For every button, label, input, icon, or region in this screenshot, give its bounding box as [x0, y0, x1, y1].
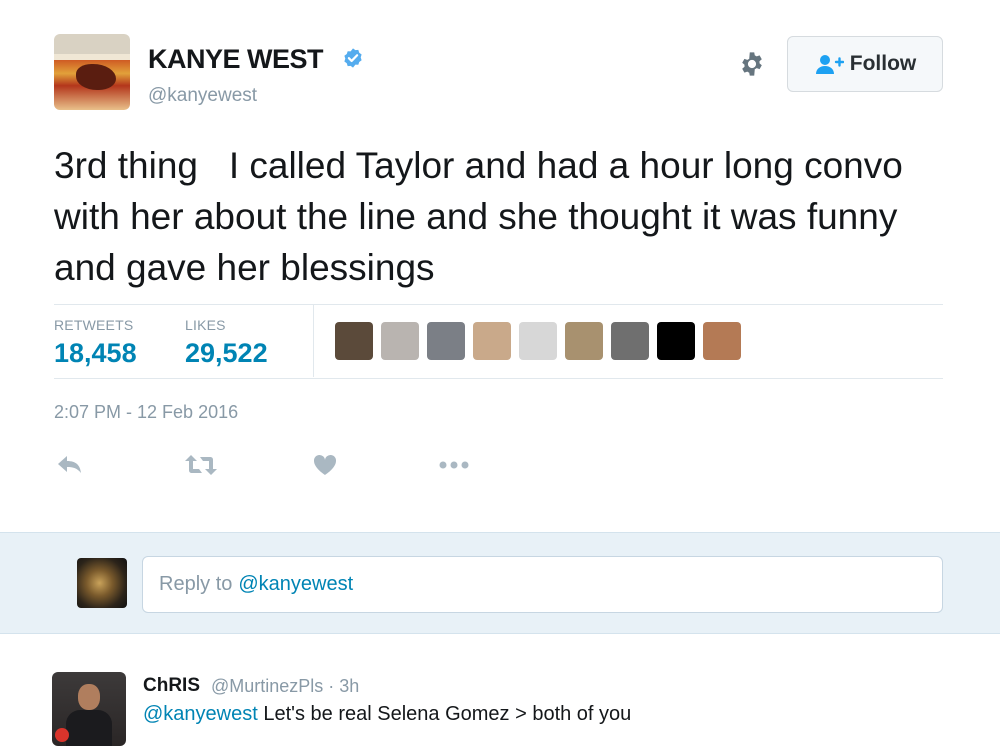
follow-label: Follow	[849, 52, 917, 75]
liker-avatar[interactable]	[657, 322, 695, 360]
divider	[54, 378, 943, 379]
likes-count[interactable]: 29,522	[185, 338, 268, 369]
like-button[interactable]	[312, 452, 338, 478]
liker-avatar[interactable]	[565, 322, 603, 360]
reply-icon	[58, 456, 81, 473]
reply-placeholder-mention: @kanyewest	[238, 573, 354, 595]
liker-avatar[interactable]	[381, 322, 419, 360]
current-user-avatar	[77, 558, 127, 608]
liker-avatars	[335, 322, 741, 360]
liker-avatar[interactable]	[473, 322, 511, 360]
liker-avatar[interactable]	[427, 322, 465, 360]
avatar-head	[78, 684, 100, 710]
liker-avatar[interactable]	[703, 322, 741, 360]
author-handle[interactable]: @kanyewest	[148, 85, 257, 107]
gear-icon[interactable]	[738, 50, 766, 78]
retweets-count[interactable]: 18,458	[54, 338, 137, 369]
add-user-icon	[815, 55, 844, 74]
avatar-stripe	[54, 54, 130, 60]
reply-text: @kanyewest Let's be real Selena Gomez > …	[143, 703, 631, 726]
more-icon	[439, 461, 469, 469]
reply-author-name[interactable]: ChRIS	[143, 675, 200, 697]
author-avatar[interactable]	[54, 34, 130, 110]
tweet-timestamp[interactable]: 2:07 PM - 12 Feb 2016	[54, 402, 238, 423]
follow-button[interactable]: Follow	[787, 36, 943, 92]
avatar-shape	[76, 64, 116, 90]
reply-body: Let's be real Selena Gomez > both of you	[257, 703, 632, 725]
heart-icon	[313, 454, 337, 475]
reply-author-avatar[interactable]	[52, 672, 126, 746]
liker-avatar[interactable]	[519, 322, 557, 360]
reply-mention-link[interactable]: @kanyewest	[143, 703, 258, 725]
retweet-button[interactable]	[184, 452, 218, 478]
reply-input[interactable]: Reply to @kanyewest	[142, 556, 943, 613]
stats-divider	[313, 305, 314, 377]
author-name[interactable]: KANYE WEST	[148, 44, 324, 75]
reply-button[interactable]	[56, 452, 84, 478]
divider	[54, 304, 943, 305]
likes-label: LIKES	[185, 317, 226, 333]
verified-badge-icon	[344, 48, 362, 68]
retweets-label: RETWEETS	[54, 317, 134, 333]
retweet-icon	[185, 455, 217, 475]
avatar-body	[66, 710, 112, 746]
more-button[interactable]	[438, 452, 470, 478]
liker-avatar[interactable]	[335, 322, 373, 360]
liker-avatar[interactable]	[611, 322, 649, 360]
reply-author-handle-time[interactable]: @MurtinezPls · 3h	[211, 676, 359, 697]
tweet-text: 3rd thing I called Taylor and had a hour…	[54, 145, 914, 288]
reply-placeholder-prefix: Reply to	[159, 573, 233, 595]
avatar-badge	[55, 728, 69, 742]
